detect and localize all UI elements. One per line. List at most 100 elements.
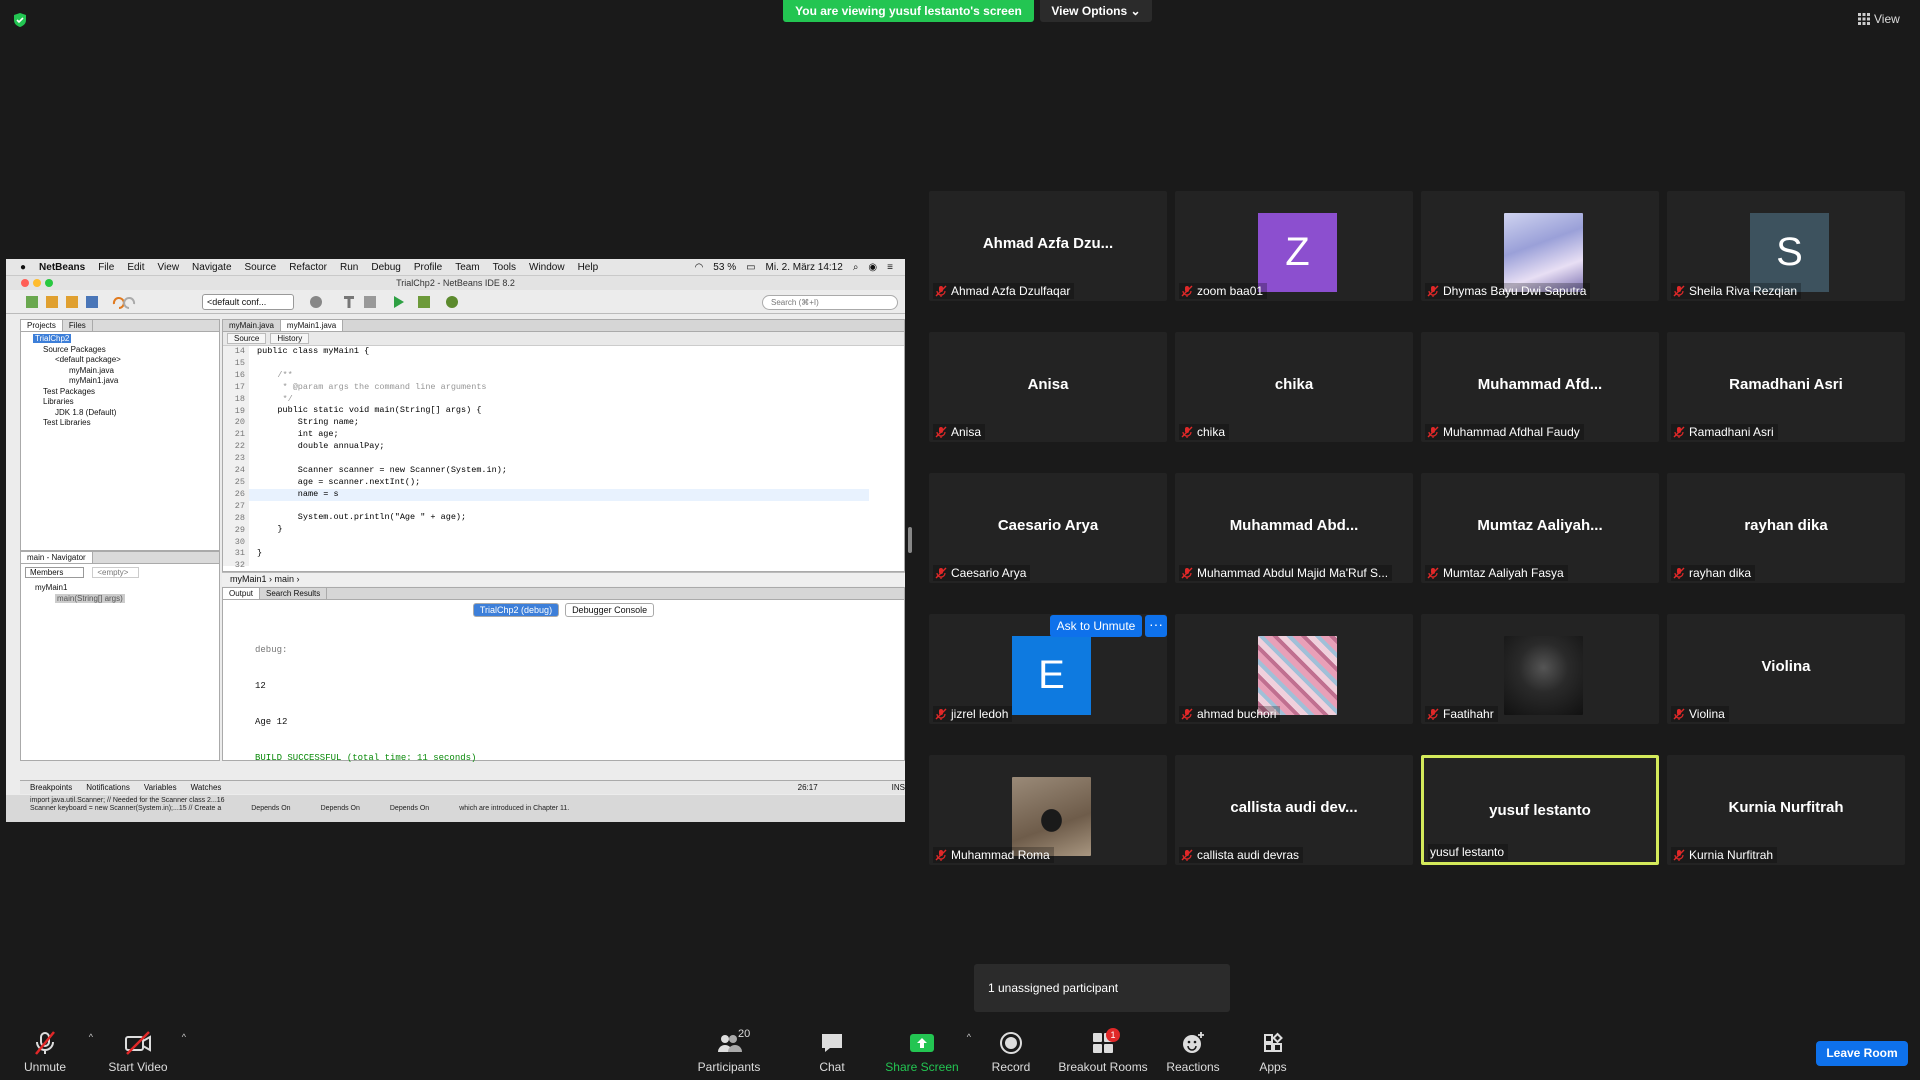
microphone-muted-icon (1427, 426, 1439, 438)
participant-tile[interactable]: Muhammad Roma (929, 755, 1167, 865)
shared-screen[interactable]: ● NetBeans File Edit View Navigate Sourc… (6, 259, 905, 822)
grid-icon (1858, 13, 1870, 25)
participant-tile[interactable]: callista audi dev... callista audi devras (1175, 755, 1413, 865)
ask-to-unmute-button[interactable]: Ask to Unmute (1050, 615, 1142, 637)
tab-projects: Projects (21, 320, 63, 331)
menu-debug: Debug (371, 261, 401, 273)
participant-tile[interactable]: Zzoom baa01 (1175, 191, 1413, 301)
code-line: /** (257, 369, 293, 380)
participant-avatar: E (1012, 636, 1091, 715)
participant-tile[interactable]: S Sheila Riva Rezqian (1667, 191, 1905, 301)
participant-tile[interactable]: ahmad buchori (1175, 614, 1413, 724)
more-options-button[interactable]: ··· (1145, 615, 1167, 637)
menu-view: View (157, 261, 180, 273)
minimize-window-dot (33, 279, 41, 287)
chat-button[interactable]: Chat (792, 1030, 872, 1074)
reactions-label: Reactions (1166, 1060, 1220, 1074)
editor-tab-mymain: myMain.java (223, 320, 281, 331)
code-line: name = s (257, 488, 339, 499)
editor-tab-mymain1: myMain1.java (280, 320, 344, 331)
participant-tile[interactable]: Kurnia Nurfitrah Kurnia Nurfitrah (1667, 755, 1905, 865)
code-line: Scanner scanner = new Scanner(System.in)… (257, 464, 507, 475)
menu-profile: Profile (413, 261, 443, 273)
breakout-rooms-button[interactable]: 1 Breakout Rooms (1058, 1028, 1148, 1074)
participant-name: Anisa (951, 425, 982, 439)
share-screen-button[interactable]: Share Screen ^ (881, 1030, 971, 1074)
start-video-button[interactable]: Start Video ^ (98, 1030, 186, 1074)
view-options-button[interactable]: View Options ⌄ (1040, 0, 1152, 22)
participant-tile[interactable]: Ahmad Azfa Dzu... Ahmad Azfa Dzulfaqar (929, 191, 1167, 301)
tree-node: <default package> (55, 355, 121, 364)
record-button[interactable]: Record (971, 1030, 1051, 1074)
strip-text: Depends On (251, 805, 291, 812)
microphone-muted-icon (1673, 285, 1685, 297)
participant-tile[interactable]: Faatihahr (1421, 614, 1659, 724)
participants-button[interactable]: 20 Participants (688, 1028, 770, 1074)
open-project-icon (46, 296, 58, 308)
leave-room-button[interactable]: Leave Room (1816, 1041, 1908, 1066)
menu-navigate: Navigate (192, 261, 232, 273)
participant-display-name: Muhammad Afd... (1477, 376, 1603, 393)
notifications-tab: Notifications (86, 783, 130, 792)
tree-node-label: TrialChp2 (33, 334, 72, 343)
participant-name-label: jizrel ledoh (933, 706, 1013, 722)
chat-icon (822, 1034, 842, 1052)
siri-icon: ◉ (868, 261, 878, 273)
participant-name: Caesario Arya (951, 566, 1027, 580)
battery-icon: ▭ (746, 261, 756, 273)
members-select: Members (25, 567, 85, 578)
participant-tile[interactable]: Violina Violina (1667, 614, 1905, 724)
participant-display-name: Ramadhani Asri (1729, 376, 1843, 393)
view-layout-button[interactable]: View (1858, 10, 1900, 28)
watches-tab: Watches (190, 783, 222, 792)
navigator-panel: main - Navigator Members <empty> myMain1… (20, 551, 220, 761)
participant-tile[interactable]: Caesario Arya Caesario Arya (929, 473, 1167, 583)
apple-icon: ● (20, 261, 27, 273)
apps-button[interactable]: Apps (1233, 1030, 1313, 1074)
participant-tile[interactable]: chika chika (1175, 332, 1413, 442)
code-line: } (257, 548, 263, 559)
redo-icon (123, 297, 136, 309)
participant-avatar: Z (1258, 213, 1337, 292)
tab-files: Files (63, 320, 93, 331)
participant-name-label: Ahmad Azfa Dzulfaqar (933, 283, 1075, 299)
microphone-muted-icon (935, 426, 947, 438)
participant-tile[interactable]: Ramadhani Asri Ramadhani Asri (1667, 332, 1905, 442)
participant-tile[interactable]: rayhan dika rayhan dika (1667, 473, 1905, 583)
debug-output-tab: TrialChp2 (debug) (472, 603, 560, 617)
participant-tile[interactable]: yusuf lestanto yusuf lestanto (1421, 755, 1659, 865)
line-number: 25 (234, 476, 245, 487)
panel-splitter-handle[interactable] (908, 527, 912, 553)
chevron-up-icon[interactable]: ^ (182, 1032, 186, 1042)
tree-node: TrialChp2 (25, 334, 215, 345)
menu-run: Run (340, 261, 359, 273)
participant-tile[interactable]: Muhammad Afd... Muhammad Afdhal Faudy (1421, 332, 1659, 442)
participant-display-name: Kurnia Nurfitrah (1728, 799, 1844, 816)
tree-node: Test Packages (43, 386, 96, 396)
unassigned-participant-popup[interactable]: 1 unassigned participant (974, 964, 1230, 1018)
line-number: 15 (234, 357, 245, 368)
participant-tile[interactable]: Muhammad Abd... Muhammad Abdul Majid Ma'R… (1175, 473, 1413, 583)
participant-name: Ahmad Azfa Dzulfaqar (951, 284, 1071, 298)
reactions-button[interactable]: Reactions (1153, 1030, 1233, 1074)
security-shield-icon[interactable] (12, 12, 28, 28)
strip-text: Depends On (320, 805, 360, 812)
zoom-window-dot (45, 279, 53, 287)
participant-name: Violina (1689, 707, 1725, 721)
empty-select: <empty> (92, 567, 140, 578)
participant-tile[interactable]: Anisa Anisa (929, 332, 1167, 442)
participant-tile[interactable]: Dhymas Bayu Dwi Saputra (1421, 191, 1659, 301)
microphone-muted-icon (1181, 849, 1193, 861)
unmute-button[interactable]: Unmute ^ (5, 1030, 93, 1074)
participant-display-name: chika (1274, 376, 1314, 393)
line-number: 30 (234, 536, 245, 547)
chevron-up-icon[interactable]: ^ (89, 1032, 93, 1042)
line-number: 23 (234, 453, 245, 464)
line-number: 22 (234, 441, 245, 452)
participant-tile[interactable]: Mumtaz Aaliyah... Mumtaz Aaliyah Fasya (1421, 473, 1659, 583)
participant-name-label: Anisa (933, 424, 986, 440)
participant-name-label: yusuf lestanto (1428, 844, 1509, 860)
participant-name: Muhammad Abdul Majid Ma'Ruf S... (1197, 566, 1389, 580)
